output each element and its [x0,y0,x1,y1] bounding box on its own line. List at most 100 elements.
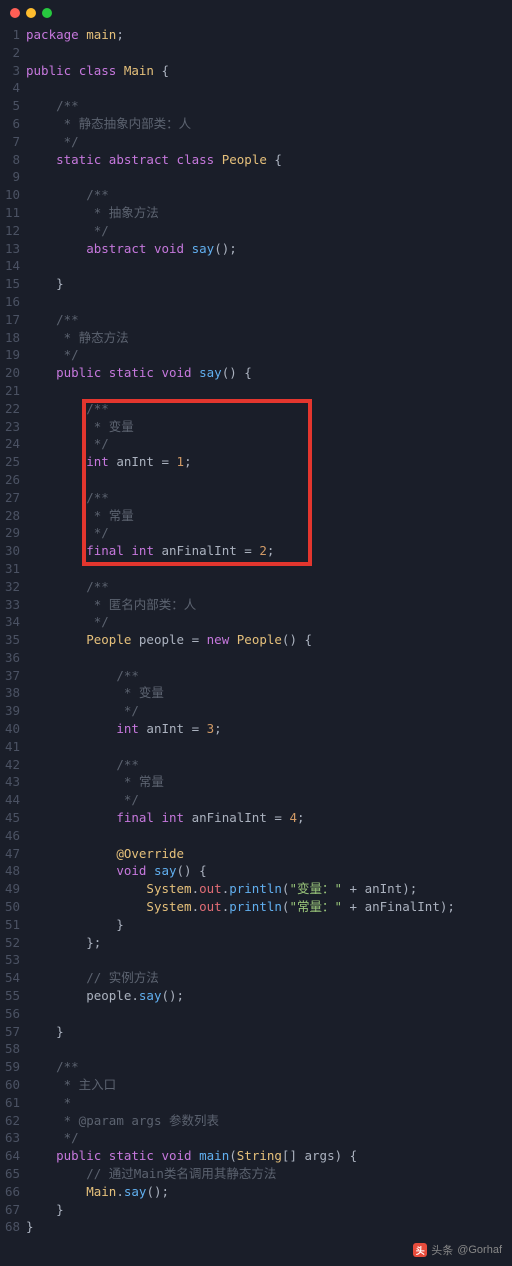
code-line[interactable]: @Override [26,845,512,863]
code-line[interactable]: public static void say() { [26,364,512,382]
code-line[interactable]: abstract void say(); [26,240,512,258]
code-line[interactable]: * 匿名内部类：人 [26,596,512,614]
code-line[interactable] [26,79,512,97]
code-line[interactable]: people.say(); [26,987,512,1005]
line-number: 24 [0,435,20,453]
line-number: 14 [0,257,20,275]
line-number: 5 [0,97,20,115]
code-line[interactable]: */ [26,133,512,151]
code-line[interactable] [26,1040,512,1058]
code-line[interactable]: }; [26,934,512,952]
code-line[interactable]: } [26,275,512,293]
code-line[interactable]: // 通过Main类名调用其静态方法 [26,1165,512,1183]
code-line[interactable]: public class Main { [26,62,512,80]
code-line[interactable]: * 主入口 [26,1076,512,1094]
line-number: 53 [0,951,20,969]
code-line[interactable] [26,560,512,578]
code-line[interactable]: /** [26,311,512,329]
line-number: 18 [0,329,20,347]
line-number: 38 [0,684,20,702]
code-window: 1234567891011121314151617181920212223242… [0,0,512,1264]
code-line[interactable]: package main; [26,26,512,44]
code-line[interactable]: /** [26,578,512,596]
code-line[interactable]: */ [26,435,512,453]
code-line[interactable]: /** [26,489,512,507]
code-line[interactable]: } [26,1023,512,1041]
code-line[interactable]: */ [26,222,512,240]
code-line[interactable] [26,293,512,311]
code-line[interactable]: */ [26,524,512,542]
maximize-dot[interactable] [42,8,52,18]
code-line[interactable]: final int anFinalInt = 4; [26,809,512,827]
line-number: 21 [0,382,20,400]
code-line[interactable]: public static void main(String[] args) { [26,1147,512,1165]
line-number: 51 [0,916,20,934]
code-line[interactable] [26,951,512,969]
code-line[interactable]: /** [26,97,512,115]
code-line[interactable]: * 变量 [26,418,512,436]
line-number: 39 [0,702,20,720]
code-line[interactable]: } [26,1201,512,1219]
code-line[interactable] [26,827,512,845]
code-content[interactable]: package main; public class Main { /** * 静… [26,26,512,1236]
line-number: 49 [0,880,20,898]
code-line[interactable]: */ [26,702,512,720]
code-line[interactable]: int anInt = 1; [26,453,512,471]
code-line[interactable]: * 变量 [26,684,512,702]
editor: 1234567891011121314151617181920212223242… [0,26,512,1236]
code-line[interactable] [26,1005,512,1023]
code-line[interactable] [26,44,512,62]
code-line[interactable]: void say() { [26,862,512,880]
line-number: 60 [0,1076,20,1094]
code-line[interactable]: * @param args 参数列表 [26,1112,512,1130]
code-line[interactable] [26,257,512,275]
code-line[interactable] [26,168,512,186]
code-line[interactable] [26,471,512,489]
code-line[interactable]: static abstract class People { [26,151,512,169]
code-line[interactable]: final int anFinalInt = 2; [26,542,512,560]
code-line[interactable]: /** [26,400,512,418]
line-number: 68 [0,1218,20,1236]
line-number: 23 [0,418,20,436]
code-line[interactable]: /** [26,186,512,204]
code-line[interactable]: */ [26,346,512,364]
line-number: 54 [0,969,20,987]
author-text: @Gorhaf [457,1244,502,1256]
line-number: 8 [0,151,20,169]
code-line[interactable]: */ [26,1129,512,1147]
code-line[interactable] [26,738,512,756]
code-line[interactable]: */ [26,791,512,809]
code-line[interactable]: // 实例方法 [26,969,512,987]
code-line[interactable]: /** [26,667,512,685]
code-line[interactable]: Main.say(); [26,1183,512,1201]
code-line[interactable]: * 静态方法 [26,329,512,347]
code-line[interactable] [26,649,512,667]
line-number: 13 [0,240,20,258]
code-line[interactable]: } [26,916,512,934]
code-line[interactable] [26,382,512,400]
line-number: 63 [0,1129,20,1147]
code-line[interactable]: People people = new People() { [26,631,512,649]
line-number: 36 [0,649,20,667]
line-number: 16 [0,293,20,311]
code-line[interactable]: * [26,1094,512,1112]
code-line[interactable]: } [26,1218,512,1236]
code-line[interactable]: * 常量 [26,773,512,791]
line-number: 45 [0,809,20,827]
code-line[interactable]: int anInt = 3; [26,720,512,738]
code-line[interactable]: /** [26,1058,512,1076]
code-line[interactable]: /** [26,756,512,774]
footer: 头 头条 @Gorhaf [0,1236,512,1264]
close-dot[interactable] [10,8,20,18]
code-line[interactable]: * 常量 [26,507,512,525]
code-line[interactable]: * 抽象方法 [26,204,512,222]
code-line[interactable]: System.out.println("变量：" + anInt); [26,880,512,898]
minimize-dot[interactable] [26,8,36,18]
code-line[interactable]: */ [26,613,512,631]
line-gutter: 1234567891011121314151617181920212223242… [0,26,26,1236]
line-number: 48 [0,862,20,880]
line-number: 52 [0,934,20,952]
code-line[interactable]: * 静态抽象内部类：人 [26,115,512,133]
window-titlebar [0,0,512,26]
code-line[interactable]: System.out.println("常量：" + anFinalInt); [26,898,512,916]
